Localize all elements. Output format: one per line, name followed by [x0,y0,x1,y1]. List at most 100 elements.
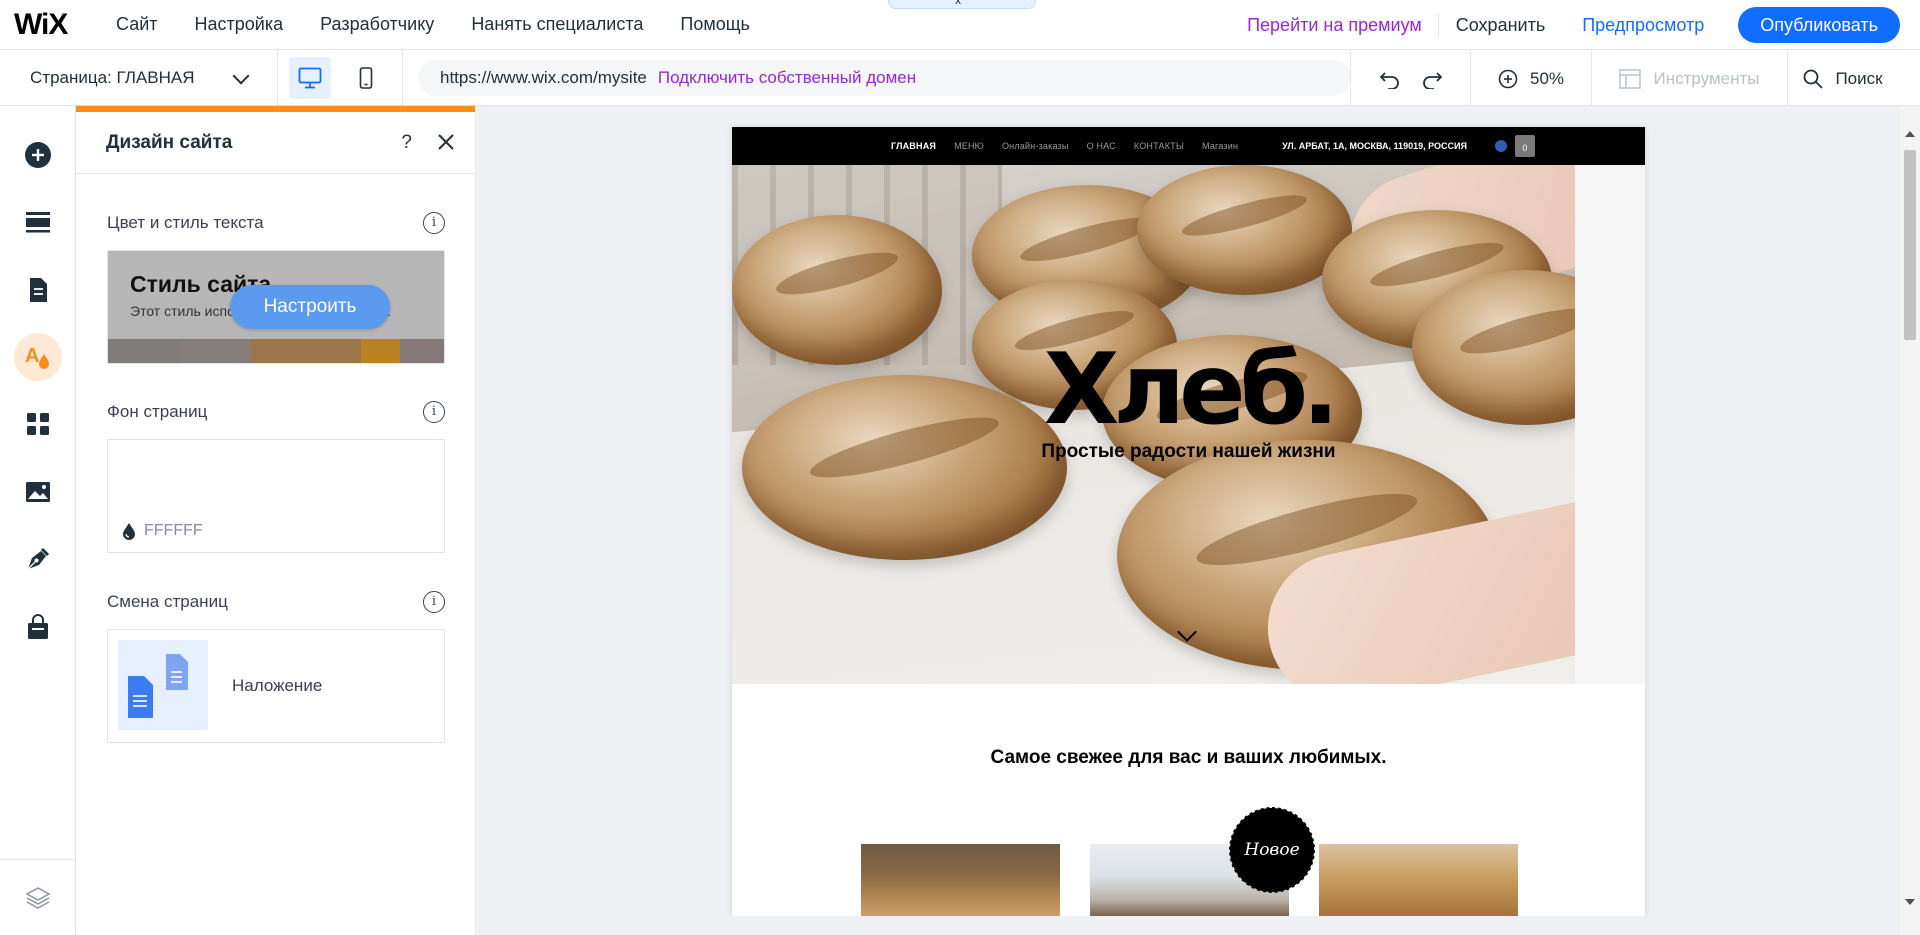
publish-button[interactable]: Опубликовать [1738,7,1900,43]
add-elements-button[interactable] [14,131,62,179]
layers-button[interactable] [0,859,76,935]
collapse-tab[interactable] [888,0,1036,9]
bread-loaf [1137,165,1352,295]
color-swatch [400,339,444,363]
menu-hire[interactable]: Нанять специалиста [471,14,643,35]
media-button[interactable] [14,468,62,516]
mobile-icon [359,67,373,89]
page-selector[interactable]: Страница: ГЛАВНАЯ [0,50,278,106]
store-button[interactable] [14,603,62,651]
left-rail: A [0,106,76,935]
tools-icon [1619,68,1642,89]
scroll-up-arrow-icon[interactable] [1905,131,1915,137]
layers-icon [25,886,51,909]
divider [1437,13,1439,37]
menu-developer[interactable]: Разработчику [320,14,434,35]
background-color-value: FFFFFF [122,522,203,540]
menu-site[interactable]: Сайт [116,14,158,35]
site-nav-menu-item[interactable]: МЕНЮ [954,141,984,151]
site-nav-shop[interactable]: Магазин [1202,141,1238,151]
cart-icon[interactable]: 0 [1514,135,1535,157]
sections-button[interactable] [14,198,62,246]
top-actions: Перейти на премиум Сохранить Предпросмот… [1247,0,1920,50]
wix-logo[interactable]: WiX [0,8,80,42]
top-bar: WiX Сайт Настройка Разработчику Нанять с… [0,0,1920,50]
section-title: Самое свежее для вас и ваших любимых. [990,747,1387,768]
pages-overlay-icon [128,654,188,718]
transition-value: Наложение [232,676,323,695]
text-style-section-label: Цвет и стиль текста [107,213,264,232]
shopping-bag-icon [28,614,48,639]
zoom-in-icon [1498,69,1518,88]
customize-button[interactable]: Настроить [230,285,390,329]
pages-button[interactable] [14,266,62,314]
search-label: Поиск [1835,68,1883,88]
save-button[interactable]: Сохранить [1456,15,1545,36]
canvas-bottom-strip [477,916,1900,935]
desktop-view-button[interactable] [289,57,331,99]
page-selector-label: Страница: ГЛАВНАЯ [30,68,195,87]
preview-button[interactable]: Предпросмотр [1582,15,1704,36]
help-icon[interactable]: ? [401,132,412,154]
scroll-down-arrow-icon[interactable] [1905,899,1915,905]
page-background-section-label: Фон страниц [107,402,208,421]
apps-grid-icon [27,413,49,435]
mobile-view-button[interactable] [345,57,387,99]
background-hex: FFFFFF [144,522,203,539]
apps-button[interactable] [14,400,62,448]
chevron-down-icon [232,67,250,84]
menu-settings[interactable]: Настройка [195,14,284,35]
transition-thumbnail [118,640,208,730]
site-nav-contacts[interactable]: КОНТАКТЫ [1134,141,1184,151]
redo-icon[interactable] [1421,69,1443,89]
search-button[interactable]: Поиск [1788,51,1898,106]
color-drop-icon [123,523,135,540]
hero-image[interactable]: Хлеб. Простые радости нашей жизни [732,165,1645,684]
site-url-bar[interactable]: https://www.wix.com/mysite Подключить со… [418,60,1351,96]
color-swatch [179,339,252,363]
desktop-icon [298,67,322,89]
blog-button[interactable] [14,535,62,583]
color-swatch [251,339,361,363]
editor-canvas[interactable]: ГЛАВНАЯ МЕНЮ Онлайн-заказы О НАС КОНТАКТ… [477,106,1901,916]
toolbar-right: 50% Инструменты Поиск [1350,51,1898,106]
site-nav-home[interactable]: ГЛАВНАЯ [891,141,936,151]
product-image[interactable] [1319,844,1518,916]
site-nav-orders[interactable]: Онлайн-заказы [1002,141,1069,151]
scrollbar-thumb[interactable] [1904,150,1916,340]
connect-domain-link[interactable]: Подключить собственный домен [658,68,916,88]
color-swatch [360,339,401,363]
new-badge: Новое [1229,807,1315,893]
product-image[interactable] [861,844,1060,916]
page-background-card[interactable]: FFFFFF [107,439,445,553]
site-design-button[interactable]: A [14,333,62,381]
menu-help[interactable]: Помощь [680,14,750,35]
panel-title: Дизайн сайта [106,131,233,153]
premium-link[interactable]: Перейти на премиум [1247,15,1422,36]
site-nav-about[interactable]: О НАС [1087,141,1116,151]
plus-circle-icon [25,142,51,168]
zoom-level: 50% [1529,68,1565,88]
site-style-card[interactable]: Стиль сайта Этот стиль используется на в… [107,250,445,364]
info-icon[interactable]: i [423,212,445,234]
svg-text:A: A [25,345,39,367]
zoom-control[interactable]: 50% [1471,51,1592,106]
site-nav-menu: ГЛАВНАЯ МЕНЮ Онлайн-заказы О НАС КОНТАКТ… [891,141,1256,151]
info-icon[interactable]: i [423,401,445,423]
site-design-panel: Дизайн сайта ? Цвет и стиль текста i Сти… [76,106,476,935]
page-icon [30,278,47,302]
site-preview[interactable]: ГЛАВНАЯ МЕНЮ Онлайн-заказы О НАС КОНТАКТ… [732,127,1645,916]
tools-button[interactable]: Инструменты [1592,51,1788,106]
image-icon [26,482,50,502]
vertical-scrollbar[interactable] [1900,106,1920,935]
close-icon[interactable] [437,133,455,151]
undo-icon[interactable] [1379,69,1401,89]
page-transition-card[interactable]: Наложение [107,629,445,743]
sections-icon [26,212,50,233]
tools-label: Инструменты [1653,68,1760,88]
hero-title: Хлеб. [1043,333,1339,447]
language-icon[interactable] [1494,140,1507,152]
search-icon [1804,69,1824,89]
site-url: https://www.wix.com/mysite [440,68,647,87]
info-icon[interactable]: i [423,591,445,613]
